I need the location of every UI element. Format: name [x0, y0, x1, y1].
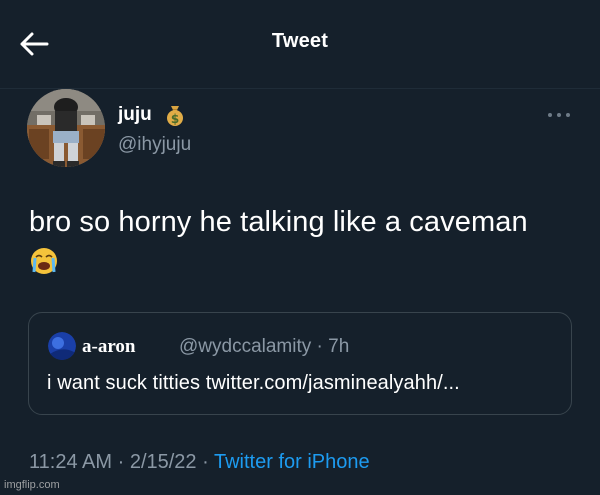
meta-separator-2: ·: [202, 451, 209, 473]
avatar-image: [27, 89, 105, 167]
display-name[interactable]: juju: [118, 104, 152, 126]
avatar[interactable]: [27, 89, 105, 167]
quoted-text: i want suck titties twitter.com/jasminea…: [47, 372, 460, 394]
quoted-separator: ·: [316, 336, 323, 357]
more-options-button[interactable]: [547, 108, 571, 122]
svg-text:$: $: [171, 112, 179, 126]
quoted-tweet[interactable]: a-aron @wydccalamity · 7h i want suck ti…: [28, 312, 572, 415]
quoted-meta: @wydccalamity · 7h: [179, 336, 349, 358]
tweet-text: bro so horny he talking like a caveman: [29, 206, 528, 238]
quoted-avatar[interactable]: [48, 332, 76, 360]
loudly-crying-face-icon: [29, 246, 59, 276]
money-bag-icon: $: [163, 103, 187, 127]
handle[interactable]: @ihyjuju: [118, 134, 191, 156]
tweet-date[interactable]: 2/15/22: [130, 451, 197, 473]
tweet-meta: 11:24 AM · 2/15/22 · Twitter for iPhone: [29, 451, 370, 474]
tweet-time[interactable]: 11:24 AM: [29, 451, 112, 473]
quoted-avatar-image: [48, 332, 76, 360]
meta-separator-1: ·: [117, 451, 125, 473]
quoted-display-name: a-aron: [82, 336, 136, 357]
top-bar: Tweet: [0, 0, 600, 89]
quoted-handle: @wydccalamity: [179, 336, 312, 357]
more-dots-icon: [548, 113, 570, 117]
source-link[interactable]: Twitter for iPhone: [214, 451, 370, 473]
page-title: Tweet: [271, 30, 329, 52]
quoted-time: 7h: [328, 336, 350, 357]
watermark: imgflip.com: [4, 479, 60, 491]
